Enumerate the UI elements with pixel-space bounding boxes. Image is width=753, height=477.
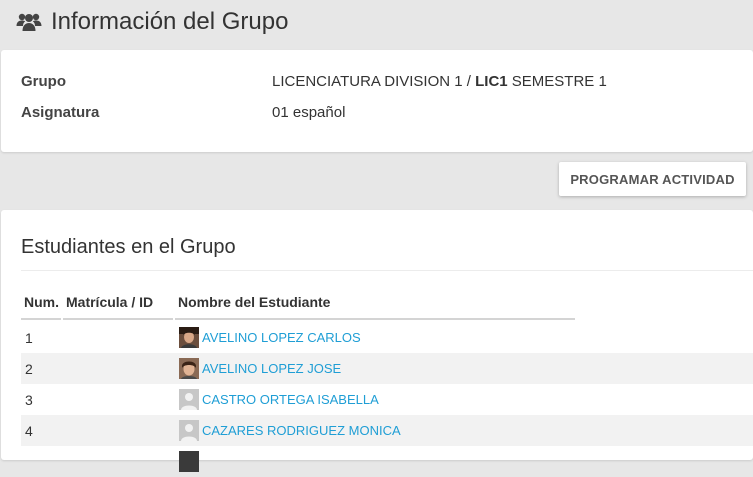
users-icon xyxy=(16,13,42,31)
divider xyxy=(21,270,753,271)
student-photo-avatar xyxy=(179,451,199,472)
row-number: 2 xyxy=(25,361,33,377)
grupo-value-suffix: SEMESTRE 1 xyxy=(507,73,607,90)
table-row: 4 CAZARES RODRIGUEZ MONICA xyxy=(21,415,753,446)
table-row: 1 AVELINO LOPEZ CARLOS xyxy=(21,322,753,353)
programar-actividad-button[interactable]: PROGRAMAR ACTIVIDAD xyxy=(559,162,746,196)
column-header-underline xyxy=(21,318,61,320)
student-photo-avatar xyxy=(179,327,199,348)
group-info-card: Grupo LICENCIATURA DIVISION 1 / LIC1 SEM… xyxy=(1,50,753,152)
table-row xyxy=(21,446,753,477)
row-number: 4 xyxy=(25,423,33,439)
column-header-underline xyxy=(63,318,173,320)
default-avatar-icon xyxy=(179,420,199,441)
row-number: 1 xyxy=(25,330,33,346)
students-card: Estudiantes en el Grupo Num. Matrícula /… xyxy=(1,210,753,472)
page-title: Información del Grupo xyxy=(51,8,289,35)
student-name-link[interactable]: AVELINO LOPEZ CARLOS xyxy=(202,330,361,345)
table-row: 2 AVELINO LOPEZ JOSE xyxy=(21,353,753,384)
asignatura-row: Asignatura 01 español xyxy=(21,104,721,124)
column-header-matricula[interactable]: Matrícula / ID xyxy=(66,294,153,310)
asignatura-value: 01 español xyxy=(272,104,346,121)
student-name-link[interactable]: CASTRO ORTEGA ISABELLA xyxy=(202,392,379,407)
grupo-value-code: LIC1 xyxy=(475,73,508,90)
column-header-underline xyxy=(175,318,575,320)
asignatura-label: Asignatura xyxy=(21,104,100,121)
column-header-nombre[interactable]: Nombre del Estudiante xyxy=(178,294,330,310)
student-name-link[interactable]: AVELINO LOPEZ JOSE xyxy=(202,361,341,376)
grupo-value-prefix: LICENCIATURA DIVISION 1 / xyxy=(272,73,476,90)
page-header: Información del Grupo xyxy=(0,0,753,48)
table-row: 3 CASTRO ORTEGA ISABELLA xyxy=(21,384,753,415)
students-section-title: Estudiantes en el Grupo xyxy=(21,236,236,258)
grupo-label: Grupo xyxy=(21,73,66,90)
grupo-value: LICENCIATURA DIVISION 1 / LIC1 SEMESTRE … xyxy=(272,73,607,90)
student-name-link[interactable]: CAZARES RODRIGUEZ MONICA xyxy=(202,423,401,438)
default-avatar-icon xyxy=(179,389,199,410)
student-photo-avatar xyxy=(179,358,199,379)
grupo-row: Grupo LICENCIATURA DIVISION 1 / LIC1 SEM… xyxy=(21,73,721,93)
column-header-num[interactable]: Num. xyxy=(24,294,59,310)
row-number: 3 xyxy=(25,392,33,408)
